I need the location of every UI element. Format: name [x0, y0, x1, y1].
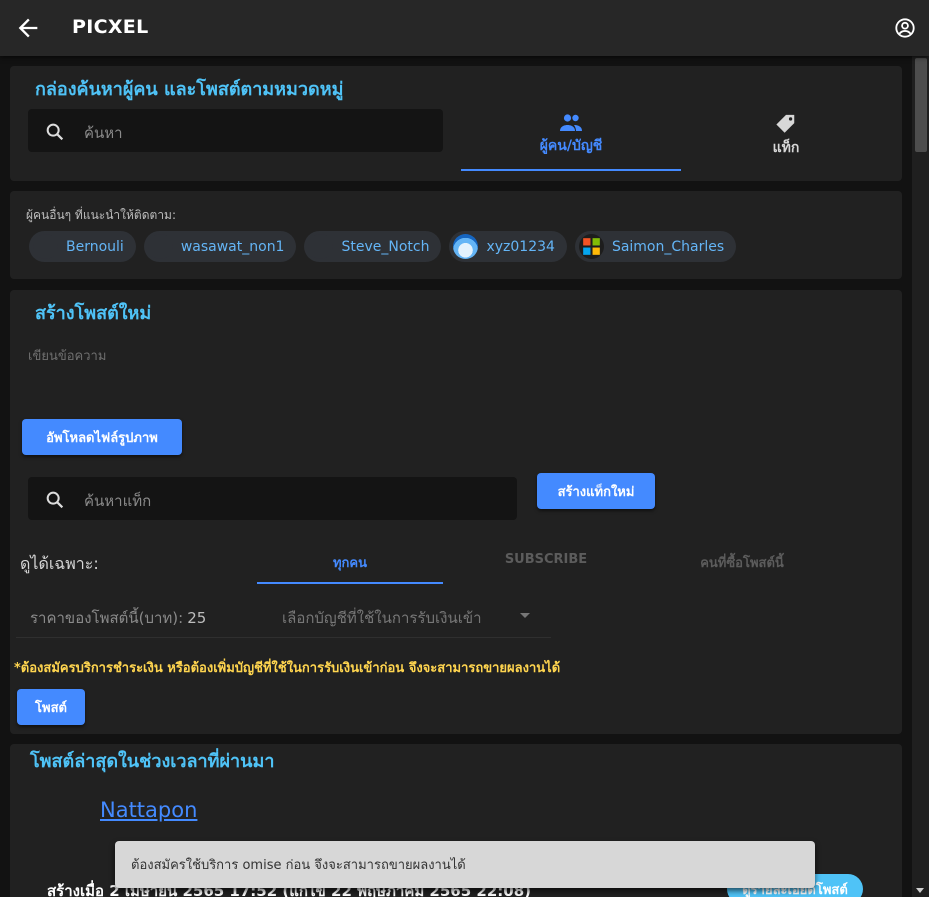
user-chip-name: Steve_Notch: [341, 238, 430, 255]
price-value: 25: [187, 609, 207, 627]
tag-icon: [776, 114, 795, 133]
post-author-link[interactable]: Nattapon: [100, 798, 197, 822]
account-circle-icon[interactable]: [894, 17, 916, 39]
search-placeholder: ค้นหา: [84, 124, 123, 142]
avatar: [308, 234, 334, 259]
user-chip-name: Saimon_Charles: [611, 238, 725, 255]
user-chip-name: xyz01234: [486, 238, 555, 255]
price-field[interactable]: ราคาของโพสต์นี้(บาท): 25: [30, 606, 206, 630]
search-card: กล่องค้นหาผู้คน และโพสต์ตามหมวดหมู่ ค้นห…: [10, 66, 902, 181]
search-heading: กล่องค้นหาผู้คน และโพสต์ตามหมวดหมู่: [35, 79, 344, 100]
tag-search-placeholder: ค้นหาแท็ก: [84, 492, 152, 510]
scroll-down-arrow-icon[interactable]: [916, 888, 924, 893]
create-post-heading: สร้างโพสต์ใหม่: [35, 303, 152, 324]
user-chip-name: Bernouli: [66, 238, 124, 255]
price-label: ราคาของโพสต์นี้(บาท):: [30, 609, 184, 627]
post-button[interactable]: โพสต์: [17, 689, 85, 725]
user-chip-name: wasawat_non1: [180, 238, 285, 255]
search-icon: [46, 491, 64, 509]
avatar: [147, 234, 173, 259]
user-chip[interactable]: xyz01234: [449, 231, 567, 262]
tab-people[interactable]: ผู้คน/บัญชี: [461, 113, 681, 157]
tab-tags-label: แท็ก: [772, 140, 800, 156]
user-chip[interactable]: Bernouli: [29, 231, 136, 262]
create-post-card: สร้างโพสต์ใหม่ เขียนข้อความ อัพโหลดไฟล์ร…: [10, 290, 902, 734]
tab-people-label: ผู้คน/บัญชี: [539, 138, 603, 154]
avatar: [33, 234, 58, 259]
visibility-tab-everyone[interactable]: ทุกคน: [257, 552, 443, 573]
suggestions-label: ผู้คนอื่นๆ ที่แนะนำให้ติดตาม:: [26, 208, 177, 222]
search-input[interactable]: ค้นหา: [28, 109, 443, 152]
visibility-label: ดูได้เฉพาะ:: [20, 554, 99, 573]
tag-search-input[interactable]: ค้นหาแท็ก: [28, 477, 517, 520]
windows-logo-avatar: [578, 234, 604, 259]
people-icon: [560, 114, 582, 131]
snackbar-message: ต้องสมัครใช้บริการ omise ก่อน จึงจะสามาร…: [131, 858, 466, 873]
payout-account-select[interactable]: เลือกบัญชีที่ใช้ในการรับเงินเข้า: [282, 606, 482, 630]
create-tag-button[interactable]: สร้างแท็กใหม่: [537, 473, 655, 509]
snackbar: ต้องสมัครใช้บริการ omise ก่อน จึงจะสามาร…: [115, 841, 815, 888]
payment-warning: *ต้องสมัครบริการชำระเงิน หรือต้องเพิ่มบั…: [14, 661, 561, 676]
visibility-tab-indicator: [257, 582, 443, 584]
app-title: PICXEL: [72, 16, 149, 38]
user-chip[interactable]: Steve_Notch: [304, 231, 442, 262]
chevron-down-icon[interactable]: [520, 613, 530, 618]
message-textarea[interactable]: เขียนข้อความ: [28, 345, 106, 366]
visibility-tab-buyers[interactable]: คนที่ซื้อโพสต์นี้: [649, 552, 835, 573]
tab-active-indicator: [461, 169, 681, 171]
avatar: [453, 234, 479, 259]
user-chip[interactable]: wasawat_non1: [143, 231, 297, 262]
scrollbar-thumb[interactable]: [915, 58, 927, 152]
tab-tags[interactable]: แท็ก: [686, 113, 886, 159]
visibility-tab-subscribe[interactable]: SUBSCRIBE: [453, 552, 639, 567]
upload-image-button[interactable]: อัพโหลดไฟล์รูปภาพ: [22, 419, 182, 455]
search-icon: [46, 123, 64, 141]
arrow-left-icon[interactable]: [14, 14, 42, 42]
suggestions-card: ผู้คนอื่นๆ ที่แนะนำให้ติดตาม: Bernouli w…: [10, 191, 902, 279]
scrollbar[interactable]: [912, 56, 929, 897]
suggested-users: Bernouli wasawat_non1 Steve_Notch xyz012…: [29, 231, 737, 262]
user-chip[interactable]: Saimon_Charles: [574, 231, 737, 262]
recent-posts-heading: โพสต์ล่าสุดในช่วงเวลาที่ผ่านมา: [30, 751, 275, 772]
app-bar: PICXEL: [0, 0, 929, 56]
field-underline: [16, 637, 551, 638]
